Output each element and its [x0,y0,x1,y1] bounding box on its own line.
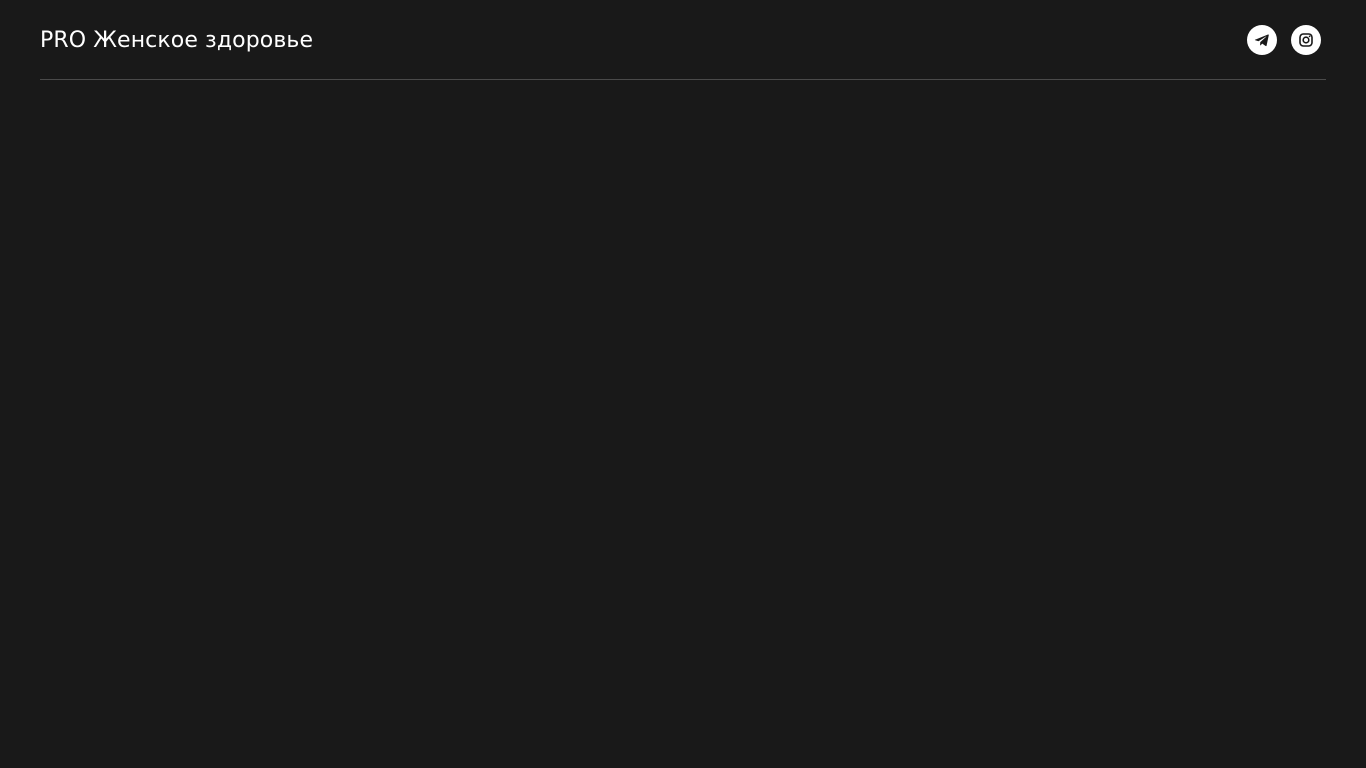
site-header: PRO Женское здоровье [40,0,1326,80]
telegram-icon [1254,32,1270,48]
site-title[interactable]: PRO Женское здоровье [40,27,313,55]
instagram-link[interactable] [1291,25,1321,55]
instagram-icon [1298,32,1314,48]
social-links [1247,25,1321,55]
telegram-link[interactable] [1247,25,1277,55]
